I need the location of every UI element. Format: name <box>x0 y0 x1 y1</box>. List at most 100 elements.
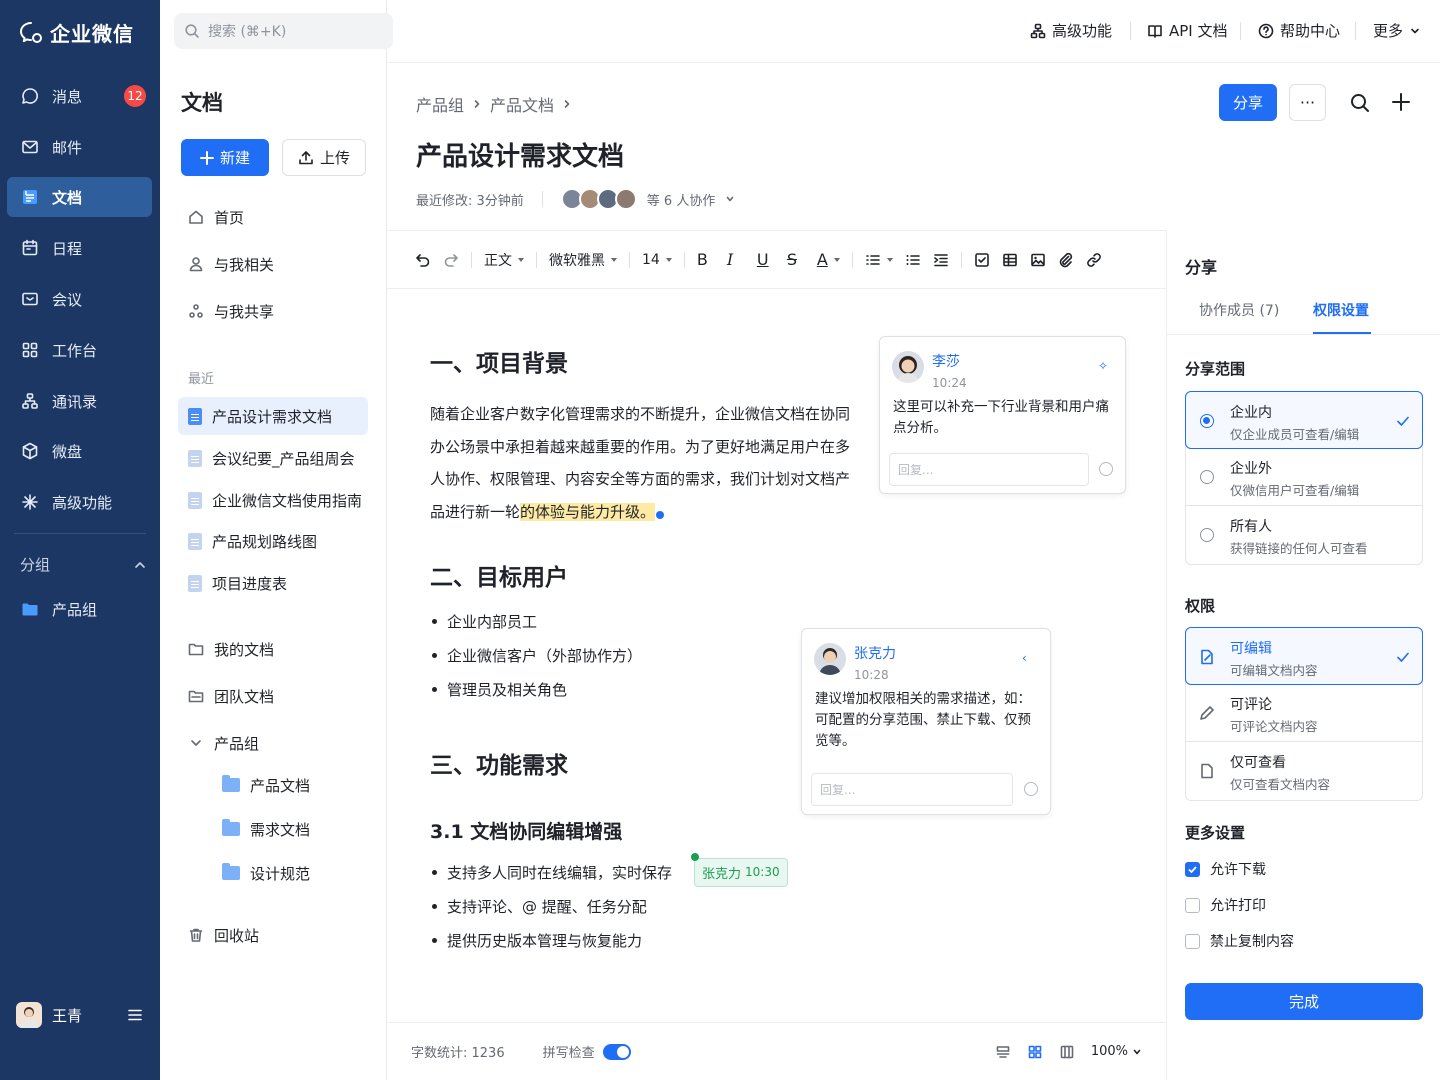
avatar[interactable] <box>814 643 846 675</box>
help-center-link[interactable]: 帮助中心 <box>1258 20 1340 41</box>
recent-doc-item[interactable]: 产品规划路线图 <box>178 522 368 560</box>
permission-option-edit[interactable]: 可编辑 可编辑文档内容 <box>1185 627 1423 685</box>
folder-item[interactable]: 设计规范 <box>212 854 368 892</box>
new-document-button[interactable]: 新建 <box>181 139 269 176</box>
paragraph-background[interactable]: 随着企业客户数字化管理需求的不断提升，企业微信文档在协同办公场景中承担着越来越重… <box>430 398 850 528</box>
scope-option-internal[interactable]: 企业内 仅企业成员可查看/编辑 <box>1185 391 1423 449</box>
resolve-icon[interactable] <box>1099 462 1113 476</box>
folder-item[interactable]: 产品文档 <box>212 766 368 804</box>
document-title[interactable]: 产品设计需求文档 <box>416 136 624 173</box>
search-input[interactable]: 搜索 (⌘+K) <box>174 13 393 49</box>
more-options-button[interactable]: ··· <box>1289 84 1326 121</box>
insert-link-button[interactable] <box>1086 252 1102 268</box>
columns-view-icon[interactable] <box>1059 1044 1075 1060</box>
comment-card[interactable]: 张克力 10:28 ‹ 建议增加权限相关的需求描述，如：可配置的分享范围、禁止下… <box>801 628 1051 815</box>
nav-item-calendar[interactable]: 日程 <box>7 228 152 268</box>
scope-option-everyone[interactable]: 所有人 获得链接的任何人可查看 <box>1186 506 1422 564</box>
nav-item-meeting[interactable]: 会议 <box>7 279 152 319</box>
list-item[interactable]: 企业内部员工 <box>432 604 642 638</box>
allow-print-checkbox[interactable]: 允许打印 <box>1185 895 1266 915</box>
folder-item[interactable]: 需求文档 <box>212 810 368 848</box>
docnav-my-docs[interactable]: 我的文档 <box>178 630 368 668</box>
commenter-name[interactable]: 张克力 <box>854 643 896 663</box>
nav-item-advanced[interactable]: 高级功能 <box>7 482 152 522</box>
text-color-button[interactable]: A <box>817 250 840 269</box>
resolve-icon[interactable] <box>1024 782 1038 796</box>
search-icon[interactable] <box>1349 92 1371 114</box>
docnav-home[interactable]: 首页 <box>178 198 368 236</box>
more-menu[interactable]: 更多 <box>1373 20 1421 41</box>
insert-table-button[interactable] <box>1002 252 1018 268</box>
subheading-collab[interactable]: 3.1 文档协同编辑增强 <box>430 817 622 844</box>
chevron-up-icon[interactable] <box>134 559 146 571</box>
italic-button[interactable]: I <box>727 250 745 269</box>
collaborator-count[interactable]: 等 6 人协作 <box>647 190 716 209</box>
recent-doc-item[interactable]: 产品设计需求文档 <box>178 397 368 435</box>
list-item[interactable]: 提供历史版本管理与恢复能力 <box>432 923 788 957</box>
list-item[interactable]: 企业微信客户（外部协作方） <box>432 638 642 672</box>
collaborator-avatars[interactable] <box>560 188 637 210</box>
recent-doc-item[interactable]: 会议纪要_产品组周会 <box>178 439 368 477</box>
checkbox[interactable] <box>1185 933 1200 949</box>
list-item[interactable]: 支持评论、@ 提醒、任务分配 <box>432 889 788 923</box>
checklist-button[interactable] <box>974 252 990 268</box>
radio[interactable] <box>1200 528 1214 542</box>
docnav-team-docs[interactable]: 团队文档 <box>178 677 368 715</box>
bold-button[interactable]: B <box>697 250 715 269</box>
api-docs-link[interactable]: API 文档 <box>1147 20 1228 41</box>
bullet-list-button[interactable] <box>905 252 921 268</box>
recent-doc-item[interactable]: 项目进度表 <box>178 564 368 602</box>
chevron-down-icon[interactable] <box>725 194 735 204</box>
docnav-trash[interactable]: 回收站 <box>178 916 368 954</box>
docnav-shared-with-me[interactable]: 与我共享 <box>178 292 368 330</box>
nav-item-docs[interactable]: 文档 <box>7 177 152 217</box>
grid-view-icon[interactable] <box>1027 1044 1043 1060</box>
docnav-related-to-me[interactable]: 与我相关 <box>178 245 368 283</box>
docnav-group-product[interactable]: 产品组 <box>178 724 368 762</box>
document-editor[interactable]: 一、项目背景 随着企业客户数字化管理需求的不断提升，企业微信文档在协同办公场景中… <box>387 290 1166 1022</box>
add-icon[interactable] <box>1390 91 1412 113</box>
heading-requirements[interactable]: 三、功能需求 <box>430 746 568 780</box>
font-family-select[interactable]: 微软雅黑 <box>549 250 617 270</box>
attachment-button[interactable] <box>1058 252 1074 268</box>
current-user[interactable]: 王青 <box>16 1002 144 1028</box>
group-section-header[interactable]: 分组 <box>20 554 146 575</box>
tab-collaborators[interactable]: 协作成员 (7) <box>1199 300 1279 320</box>
permission-option-view[interactable]: 仅可查看 仅可查看文档内容 <box>1186 742 1422 800</box>
commenter-name[interactable]: 李莎 <box>932 351 967 371</box>
scope-option-external[interactable]: 企业外 仅微信用户可查看/编辑 <box>1186 448 1422 506</box>
breadcrumb-item[interactable]: 产品组 <box>416 92 464 116</box>
highlighted-text[interactable]: 的体验与能力升级。 <box>520 502 656 521</box>
breadcrumb-item[interactable]: 产品文档 <box>490 92 554 116</box>
radio[interactable] <box>1200 470 1214 484</box>
page-view-icon[interactable] <box>995 1044 1011 1060</box>
checkbox[interactable] <box>1185 897 1200 913</box>
nav-item-drive[interactable]: 微盘 <box>7 431 152 471</box>
zoom-select[interactable]: 100% <box>1091 1044 1142 1059</box>
list-item[interactable]: 支持多人同时在线编辑，实时保存 张克力 10:30 <box>432 852 788 889</box>
ordered-list-button[interactable] <box>865 252 893 268</box>
radio-selected[interactable] <box>1200 414 1214 428</box>
nav-item-workbench[interactable]: 工作台 <box>7 330 152 370</box>
nav-item-messages[interactable]: 消息 12 <box>7 76 152 116</box>
nav-item-mail[interactable]: 邮件 <box>7 127 152 167</box>
checkbox-checked[interactable] <box>1185 861 1200 877</box>
redo-button[interactable] <box>443 252 459 268</box>
chevron-down-icon[interactable] <box>188 735 204 751</box>
strikethrough-button[interactable]: S <box>787 250 805 269</box>
share-button[interactable]: 分享 <box>1219 84 1277 121</box>
pin-icon[interactable]: ✧ <box>1098 359 1108 373</box>
avatar[interactable] <box>16 1002 42 1028</box>
advanced-features-link[interactable]: 高级功能 <box>1030 20 1112 41</box>
reply-input[interactable]: 回复... <box>811 773 1013 806</box>
undo-button[interactable] <box>415 252 431 268</box>
done-button[interactable]: 完成 <box>1185 983 1423 1020</box>
tab-permissions[interactable]: 权限设置 <box>1313 300 1369 320</box>
comment-card[interactable]: 李莎 10:24 ✧ 这里可以补充一下行业背景和用户痛点分析。 回复... <box>879 336 1126 494</box>
insert-image-button[interactable] <box>1030 252 1046 268</box>
list-item[interactable]: 管理员及相关角色 <box>432 672 642 706</box>
nav-item-product-group[interactable]: 产品组 <box>7 589 152 629</box>
heading-background[interactable]: 一、项目背景 <box>430 344 568 378</box>
block-copy-checkbox[interactable]: 禁止复制内容 <box>1185 931 1294 951</box>
underline-button[interactable]: U <box>757 250 775 269</box>
